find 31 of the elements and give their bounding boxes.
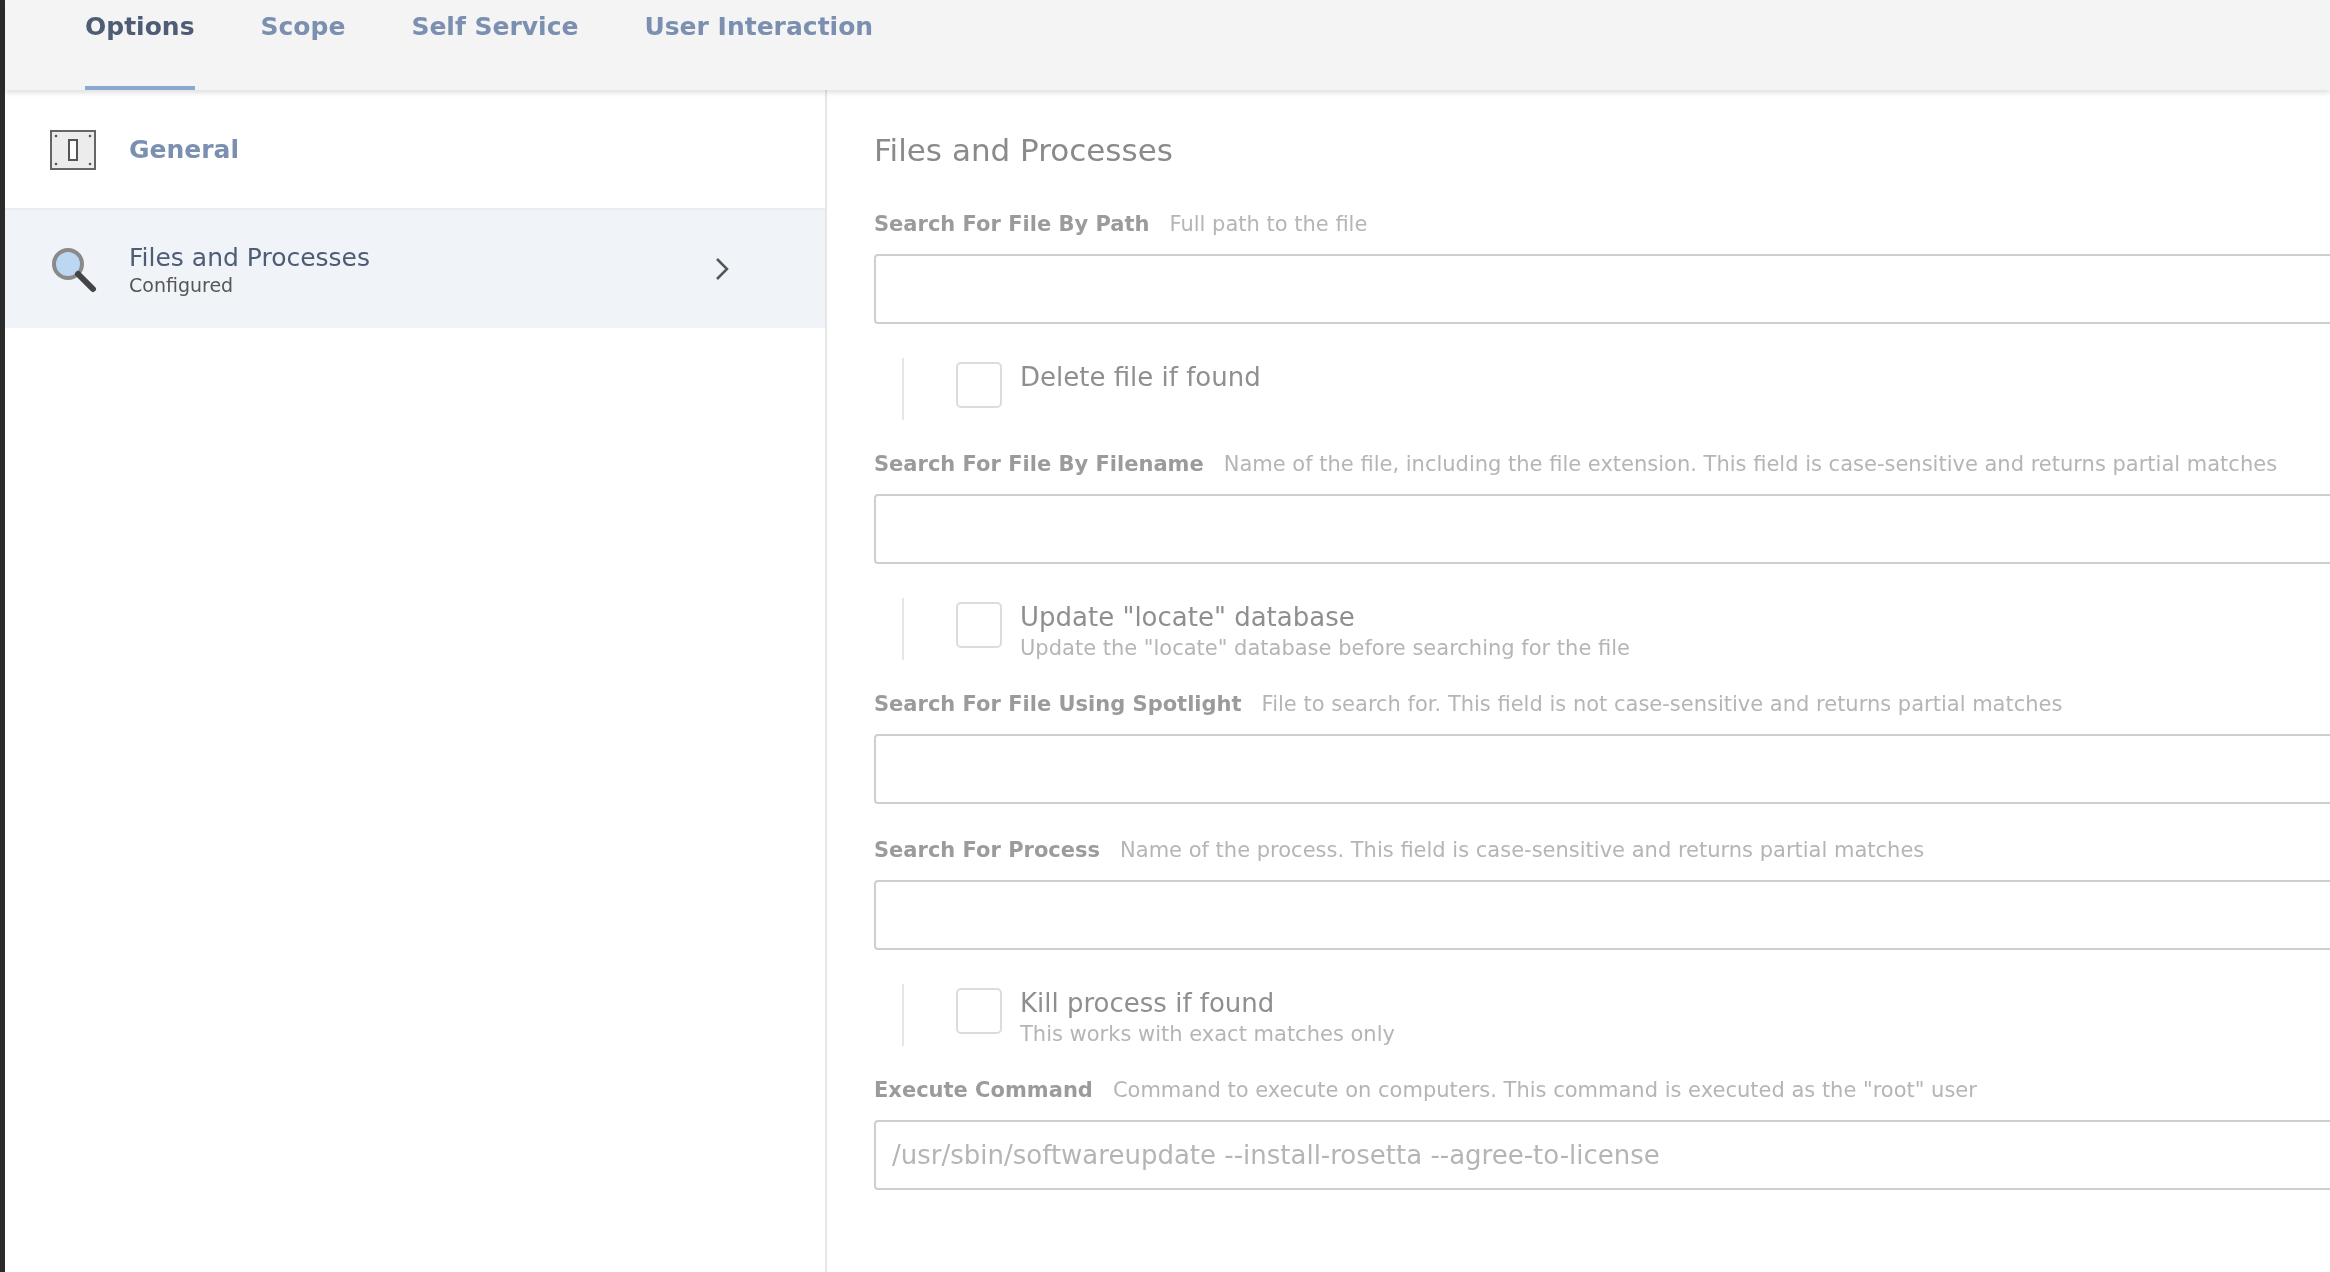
field-label: Search For File Using Spotlight (874, 692, 1242, 716)
checkbox[interactable] (956, 602, 1002, 648)
input-field[interactable] (874, 734, 2330, 804)
checkbox-label: Update "locate" database (1020, 602, 1356, 632)
field-hint: File to search for. This field is not case-sensitive and returns partial matches (1261, 692, 2063, 716)
field-label: Search For File By Filename (874, 452, 1204, 476)
sidebar-item[interactable]: Files and Processes Configured (5, 210, 825, 328)
checkbox[interactable] (956, 362, 1002, 408)
checkbox-description: This works with exact matches only (1020, 1022, 1395, 1046)
field-hint: Name of the process. This field is case-sensitive and returns partial matches (1120, 838, 1925, 862)
input-field[interactable] (874, 254, 2330, 324)
tab[interactable]: Options (85, 0, 195, 90)
checkbox-label: Kill process if found (1020, 988, 1276, 1018)
tab[interactable]: Self Service (411, 0, 579, 90)
search-icon (49, 245, 97, 293)
field-hint: Full path to the file (1169, 212, 1368, 236)
checkbox-label: Delete file if found (1020, 362, 1261, 392)
input-field[interactable]: /usr/sbin/softwareupdate --install-rosetta --agree-to-license (874, 1120, 2330, 1190)
field-label: Search For File By Path (874, 212, 1150, 236)
tab[interactable]: User Interaction (644, 0, 874, 90)
checkbox-description: Update the "locate" database before searching for the file (1020, 636, 1630, 660)
field-label: Search For Process (874, 838, 1101, 862)
input-field[interactable] (874, 880, 2330, 950)
field-hint: Command to execute on computers. This command is executed as the "root" user (1112, 1078, 1977, 1102)
chevron-right-icon (715, 257, 729, 281)
tab[interactable]: Scope (260, 0, 346, 90)
input-field[interactable] (874, 494, 2330, 564)
field-label: Execute Command (874, 1078, 1093, 1102)
checkbox[interactable] (956, 988, 1002, 1034)
section-title: Files and Processes (874, 132, 1174, 168)
field-hint: Name of the file, including the file extension. This field is case-sensitive and returns partial matches (1223, 452, 2278, 476)
